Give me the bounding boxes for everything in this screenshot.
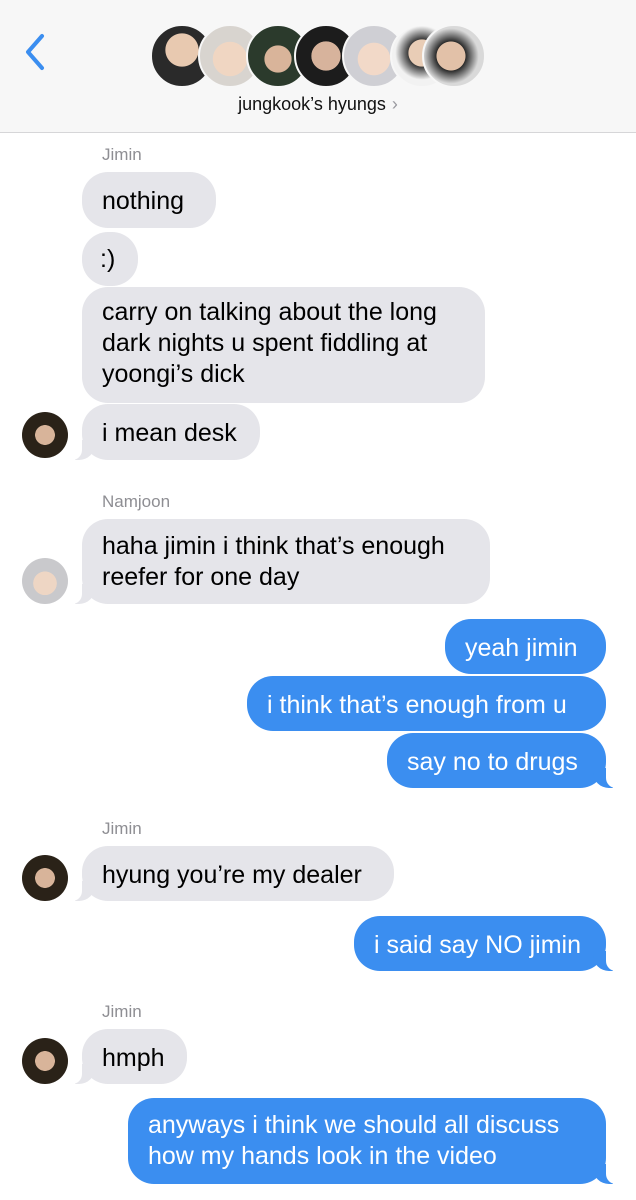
message-text: hmph (102, 1044, 165, 1072)
group-avatars[interactable] (150, 24, 490, 90)
jimin-avatar (22, 1038, 68, 1084)
back-button[interactable] (22, 32, 52, 72)
message-line: reefer for one day (102, 563, 300, 591)
incoming-message[interactable]: nothing (82, 172, 216, 228)
group-title[interactable]: jungkook’s hyungs › (0, 94, 636, 115)
message-line: anyways i think we should all discuss (148, 1111, 560, 1139)
message-line: dark nights u spent fiddling at (102, 329, 428, 357)
namjoon-avatar (22, 558, 68, 604)
message-text: nothing (102, 187, 185, 215)
group-name: jungkook’s hyungs (238, 94, 386, 114)
message-line: yoongi’s dick (102, 360, 245, 388)
incoming-message[interactable]: carry on talking about the long dark nig… (82, 287, 485, 403)
message-text: :) (100, 245, 116, 273)
message-line: how my hands look in the video (148, 1142, 497, 1170)
message-text: i mean desk (102, 419, 237, 447)
outgoing-message[interactable]: i said say NO jimin (354, 916, 618, 971)
incoming-message[interactable]: hmph (70, 1029, 187, 1084)
sender-label: Namjoon (102, 492, 171, 511)
outgoing-message[interactable]: yeah jimin (445, 619, 606, 674)
jimin-avatar (22, 855, 68, 901)
sender-label: Jimin (102, 1002, 142, 1021)
member-avatar (422, 24, 486, 88)
message-line: carry on talking about the long (102, 298, 437, 326)
outgoing-message[interactable]: say no to drugs (387, 733, 618, 788)
sender-label: Jimin (102, 819, 142, 838)
message-text: say no to drugs (407, 748, 578, 776)
incoming-message[interactable]: :) (82, 232, 138, 286)
chevron-right-icon: › (391, 94, 398, 114)
sender-label: Jimin (102, 145, 142, 164)
message-text: i think that’s enough from u (267, 691, 567, 719)
message-text: hyung you’re my dealer (102, 861, 362, 889)
outgoing-message[interactable]: i think that’s enough from u (247, 676, 606, 731)
chevron-left-icon (26, 34, 44, 70)
message-text: i said say NO jimin (374, 931, 581, 959)
incoming-message[interactable]: i mean desk (70, 404, 260, 460)
message-line: haha jimin i think that’s enough (102, 532, 445, 560)
conversation-header: jungkook’s hyungs › (0, 0, 636, 133)
incoming-message[interactable]: hyung you’re my dealer (70, 846, 394, 901)
jimin-avatar (22, 412, 68, 458)
message-text: yeah jimin (465, 634, 578, 662)
outgoing-message[interactable]: anyways i think we should all discuss ho… (128, 1098, 618, 1184)
incoming-message[interactable]: haha jimin i think that’s enough reefer … (70, 519, 490, 604)
